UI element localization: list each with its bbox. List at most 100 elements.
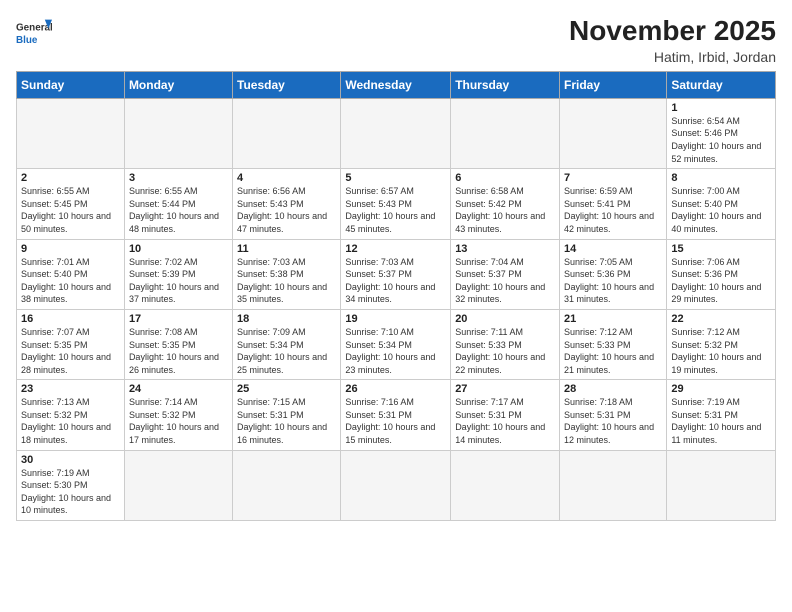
day-number: 13 [455, 243, 555, 255]
col-wednesday: Wednesday [341, 71, 451, 98]
day-info: Sunrise: 6:57 AM Sunset: 5:43 PM Dayligh… [345, 185, 446, 235]
table-row: 25Sunrise: 7:15 AM Sunset: 5:31 PM Dayli… [233, 380, 341, 450]
table-row: 1Sunrise: 6:54 AM Sunset: 5:46 PM Daylig… [667, 98, 776, 168]
day-info: Sunrise: 7:09 AM Sunset: 5:34 PM Dayligh… [237, 326, 336, 376]
table-row: 7Sunrise: 6:59 AM Sunset: 5:41 PM Daylig… [560, 169, 667, 239]
day-number: 14 [564, 243, 662, 255]
calendar-week-row: 23Sunrise: 7:13 AM Sunset: 5:32 PM Dayli… [17, 380, 776, 450]
col-friday: Friday [560, 71, 667, 98]
table-row: 3Sunrise: 6:55 AM Sunset: 5:44 PM Daylig… [124, 169, 232, 239]
svg-text:Blue: Blue [16, 35, 38, 46]
table-row: 18Sunrise: 7:09 AM Sunset: 5:34 PM Dayli… [233, 309, 341, 379]
calendar-week-row: 16Sunrise: 7:07 AM Sunset: 5:35 PM Dayli… [17, 309, 776, 379]
day-number: 12 [345, 243, 446, 255]
table-row: 20Sunrise: 7:11 AM Sunset: 5:33 PM Dayli… [451, 309, 560, 379]
table-row: 15Sunrise: 7:06 AM Sunset: 5:36 PM Dayli… [667, 239, 776, 309]
day-number: 7 [564, 172, 662, 184]
day-number: 1 [671, 102, 771, 114]
table-row: 5Sunrise: 6:57 AM Sunset: 5:43 PM Daylig… [341, 169, 451, 239]
day-number: 9 [21, 243, 120, 255]
location: Hatim, Irbid, Jordan [569, 49, 776, 65]
table-row [17, 98, 125, 168]
day-number: 18 [237, 313, 336, 325]
day-info: Sunrise: 7:08 AM Sunset: 5:35 PM Dayligh… [129, 326, 228, 376]
calendar-week-row: 30Sunrise: 7:19 AM Sunset: 5:30 PM Dayli… [17, 450, 776, 520]
day-number: 17 [129, 313, 228, 325]
day-info: Sunrise: 7:03 AM Sunset: 5:38 PM Dayligh… [237, 256, 336, 306]
day-info: Sunrise: 7:14 AM Sunset: 5:32 PM Dayligh… [129, 396, 228, 446]
table-row: 22Sunrise: 7:12 AM Sunset: 5:32 PM Dayli… [667, 309, 776, 379]
table-row: 4Sunrise: 6:56 AM Sunset: 5:43 PM Daylig… [233, 169, 341, 239]
table-row [341, 98, 451, 168]
table-row: 16Sunrise: 7:07 AM Sunset: 5:35 PM Dayli… [17, 309, 125, 379]
day-number: 30 [21, 454, 120, 466]
table-row: 26Sunrise: 7:16 AM Sunset: 5:31 PM Dayli… [341, 380, 451, 450]
logo-icon: General Blue [16, 16, 52, 52]
day-number: 23 [21, 383, 120, 395]
logo: General Blue [16, 16, 52, 52]
table-row: 13Sunrise: 7:04 AM Sunset: 5:37 PM Dayli… [451, 239, 560, 309]
table-row: 21Sunrise: 7:12 AM Sunset: 5:33 PM Dayli… [560, 309, 667, 379]
day-info: Sunrise: 6:58 AM Sunset: 5:42 PM Dayligh… [455, 185, 555, 235]
day-number: 21 [564, 313, 662, 325]
day-info: Sunrise: 7:03 AM Sunset: 5:37 PM Dayligh… [345, 256, 446, 306]
col-saturday: Saturday [667, 71, 776, 98]
day-info: Sunrise: 7:13 AM Sunset: 5:32 PM Dayligh… [21, 396, 120, 446]
day-info: Sunrise: 7:12 AM Sunset: 5:32 PM Dayligh… [671, 326, 771, 376]
calendar-week-row: 9Sunrise: 7:01 AM Sunset: 5:40 PM Daylig… [17, 239, 776, 309]
col-tuesday: Tuesday [233, 71, 341, 98]
table-row: 10Sunrise: 7:02 AM Sunset: 5:39 PM Dayli… [124, 239, 232, 309]
day-info: Sunrise: 7:16 AM Sunset: 5:31 PM Dayligh… [345, 396, 446, 446]
table-row [667, 450, 776, 520]
col-sunday: Sunday [17, 71, 125, 98]
table-row: 2Sunrise: 6:55 AM Sunset: 5:45 PM Daylig… [17, 169, 125, 239]
day-number: 5 [345, 172, 446, 184]
day-info: Sunrise: 7:17 AM Sunset: 5:31 PM Dayligh… [455, 396, 555, 446]
calendar-week-row: 1Sunrise: 6:54 AM Sunset: 5:46 PM Daylig… [17, 98, 776, 168]
day-number: 25 [237, 383, 336, 395]
calendar-table: Sunday Monday Tuesday Wednesday Thursday… [16, 71, 776, 521]
day-number: 28 [564, 383, 662, 395]
day-number: 2 [21, 172, 120, 184]
table-row: 30Sunrise: 7:19 AM Sunset: 5:30 PM Dayli… [17, 450, 125, 520]
table-row: 8Sunrise: 7:00 AM Sunset: 5:40 PM Daylig… [667, 169, 776, 239]
day-number: 11 [237, 243, 336, 255]
day-number: 16 [21, 313, 120, 325]
day-info: Sunrise: 7:18 AM Sunset: 5:31 PM Dayligh… [564, 396, 662, 446]
day-number: 24 [129, 383, 228, 395]
table-row: 11Sunrise: 7:03 AM Sunset: 5:38 PM Dayli… [233, 239, 341, 309]
day-info: Sunrise: 7:06 AM Sunset: 5:36 PM Dayligh… [671, 256, 771, 306]
calendar-week-row: 2Sunrise: 6:55 AM Sunset: 5:45 PM Daylig… [17, 169, 776, 239]
table-row: 24Sunrise: 7:14 AM Sunset: 5:32 PM Dayli… [124, 380, 232, 450]
day-number: 8 [671, 172, 771, 184]
day-info: Sunrise: 7:05 AM Sunset: 5:36 PM Dayligh… [564, 256, 662, 306]
day-info: Sunrise: 6:59 AM Sunset: 5:41 PM Dayligh… [564, 185, 662, 235]
table-row: 28Sunrise: 7:18 AM Sunset: 5:31 PM Dayli… [560, 380, 667, 450]
table-row: 14Sunrise: 7:05 AM Sunset: 5:36 PM Dayli… [560, 239, 667, 309]
day-info: Sunrise: 6:56 AM Sunset: 5:43 PM Dayligh… [237, 185, 336, 235]
table-row: 17Sunrise: 7:08 AM Sunset: 5:35 PM Dayli… [124, 309, 232, 379]
day-info: Sunrise: 7:00 AM Sunset: 5:40 PM Dayligh… [671, 185, 771, 235]
day-number: 10 [129, 243, 228, 255]
table-row: 19Sunrise: 7:10 AM Sunset: 5:34 PM Dayli… [341, 309, 451, 379]
table-row [233, 98, 341, 168]
table-row: 23Sunrise: 7:13 AM Sunset: 5:32 PM Dayli… [17, 380, 125, 450]
day-info: Sunrise: 6:55 AM Sunset: 5:45 PM Dayligh… [21, 185, 120, 235]
table-row [124, 450, 232, 520]
table-row: 29Sunrise: 7:19 AM Sunset: 5:31 PM Dayli… [667, 380, 776, 450]
day-info: Sunrise: 7:19 AM Sunset: 5:31 PM Dayligh… [671, 396, 771, 446]
col-thursday: Thursday [451, 71, 560, 98]
day-info: Sunrise: 7:19 AM Sunset: 5:30 PM Dayligh… [21, 467, 120, 517]
day-info: Sunrise: 7:10 AM Sunset: 5:34 PM Dayligh… [345, 326, 446, 376]
day-number: 3 [129, 172, 228, 184]
day-number: 29 [671, 383, 771, 395]
day-info: Sunrise: 7:04 AM Sunset: 5:37 PM Dayligh… [455, 256, 555, 306]
day-info: Sunrise: 7:15 AM Sunset: 5:31 PM Dayligh… [237, 396, 336, 446]
day-number: 19 [345, 313, 446, 325]
day-info: Sunrise: 7:01 AM Sunset: 5:40 PM Dayligh… [21, 256, 120, 306]
day-number: 4 [237, 172, 336, 184]
table-row [341, 450, 451, 520]
day-number: 20 [455, 313, 555, 325]
day-info: Sunrise: 7:11 AM Sunset: 5:33 PM Dayligh… [455, 326, 555, 376]
day-info: Sunrise: 6:54 AM Sunset: 5:46 PM Dayligh… [671, 115, 771, 165]
